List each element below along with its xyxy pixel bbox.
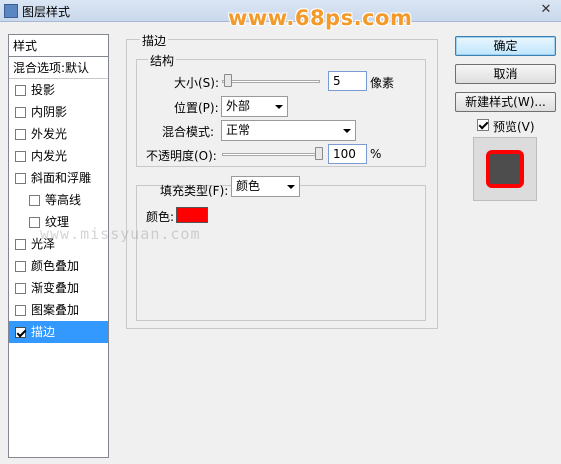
- stroke-color-swatch[interactable]: [176, 207, 208, 223]
- effects-list: 投影 内阴影 外发光 内发光 斜面和浮雕 等高线 纹理 光泽 颜色叠加 渐变叠加 图案叠加 描边: [9, 79, 108, 343]
- size-label: 大小(S):: [174, 76, 220, 90]
- title-bar: 图层样式 www.68ps.com ✕: [0, 0, 561, 30]
- chevron-down-icon: [275, 105, 283, 109]
- fill-type-select[interactable]: 颜色: [231, 176, 300, 197]
- style-item-label: 等高线: [45, 193, 82, 207]
- style-item[interactable]: 内阴影: [9, 101, 108, 123]
- window-title: 图层样式: [22, 5, 71, 19]
- position-select-value: 外部: [226, 99, 251, 113]
- fill-type-label: 填充类型(F):: [160, 184, 229, 198]
- style-item-label: 颜色叠加: [31, 259, 80, 273]
- blend-options-item[interactable]: 混合选项:默认: [9, 57, 108, 79]
- style-item-checkbox[interactable]: [29, 195, 40, 206]
- style-item[interactable]: 渐变叠加: [9, 277, 108, 299]
- style-item[interactable]: 描边: [9, 321, 108, 343]
- style-item[interactable]: 内发光: [9, 145, 108, 167]
- size-slider-track[interactable]: [222, 80, 320, 83]
- background-watermark: www.missyuan.com: [40, 225, 201, 243]
- blend-mode-select-value: 正常: [226, 123, 251, 137]
- style-preview: [473, 137, 537, 201]
- blend-mode-label: 混合模式:: [162, 125, 215, 139]
- style-item-checkbox[interactable]: [15, 239, 26, 250]
- style-item[interactable]: 等高线: [9, 189, 108, 211]
- styles-header[interactable]: 样式: [9, 35, 108, 57]
- opacity-label: 不透明度(O):: [146, 149, 217, 163]
- new-style-button[interactable]: 新建样式(W)...: [455, 92, 556, 112]
- preview-thumbnail: [486, 150, 524, 188]
- opacity-unit-label: %: [370, 147, 382, 161]
- structure-title: 结构: [148, 52, 177, 69]
- style-item-checkbox[interactable]: [15, 261, 26, 272]
- style-item[interactable]: 外发光: [9, 123, 108, 145]
- style-item[interactable]: 斜面和浮雕: [9, 167, 108, 189]
- style-item-checkbox[interactable]: [15, 173, 26, 184]
- opacity-input[interactable]: 100: [328, 144, 367, 164]
- fill-type-select-value: 颜色: [236, 179, 261, 193]
- chevron-down-icon: [287, 185, 295, 189]
- ok-button[interactable]: 确定: [455, 36, 556, 56]
- cancel-button[interactable]: 取消: [455, 64, 556, 84]
- preview-checkbox[interactable]: [477, 119, 489, 131]
- style-item-label: 外发光: [31, 127, 68, 141]
- position-label: 位置(P):: [174, 101, 219, 115]
- color-label: 颜色:: [146, 210, 175, 224]
- style-item-label: 图案叠加: [31, 303, 80, 317]
- style-item-label: 渐变叠加: [31, 281, 80, 295]
- stroke-section-title: 描边: [140, 32, 169, 49]
- style-item-checkbox[interactable]: [15, 85, 26, 96]
- style-item-label: 内阴影: [31, 105, 68, 119]
- chevron-down-icon: [343, 129, 351, 133]
- fill-group-box: [136, 185, 426, 321]
- app-icon: [4, 4, 18, 18]
- style-list: 样式 混合选项:默认 投影 内阴影 外发光 内发光 斜面和浮雕 等高线 纹理 光泽 颜色叠加 渐变…: [8, 34, 109, 458]
- close-button[interactable]: ✕: [537, 2, 555, 18]
- style-item-checkbox[interactable]: [15, 283, 26, 294]
- blend-mode-select[interactable]: 正常: [221, 120, 356, 141]
- style-item-checkbox[interactable]: [29, 217, 40, 228]
- size-input[interactable]: 5: [328, 71, 367, 91]
- layer-style-dialog: 样式 混合选项:默认 投影 内阴影 外发光 内发光 斜面和浮雕 等高线 纹理 光泽 颜色叠加 渐变…: [0, 22, 561, 464]
- style-item-checkbox[interactable]: [15, 151, 26, 162]
- style-item-checkbox[interactable]: [15, 129, 26, 140]
- size-unit-label: 像素: [370, 76, 395, 90]
- style-item-checkbox[interactable]: [15, 327, 26, 338]
- opacity-slider-thumb[interactable]: [315, 147, 323, 160]
- opacity-slider-track[interactable]: [222, 153, 320, 156]
- style-item[interactable]: 图案叠加: [9, 299, 108, 321]
- style-item-label: 斜面和浮雕: [31, 171, 92, 185]
- style-item[interactable]: 颜色叠加: [9, 255, 108, 277]
- style-item-checkbox[interactable]: [15, 305, 26, 316]
- style-item-label: 投影: [31, 83, 56, 97]
- style-item-label: 内发光: [31, 149, 68, 163]
- style-item[interactable]: 投影: [9, 79, 108, 101]
- style-item-label: 描边: [31, 325, 56, 339]
- preview-label: 预览(V): [493, 120, 535, 134]
- position-select[interactable]: 外部: [221, 96, 288, 117]
- size-slider-thumb[interactable]: [224, 74, 232, 87]
- style-item-checkbox[interactable]: [15, 107, 26, 118]
